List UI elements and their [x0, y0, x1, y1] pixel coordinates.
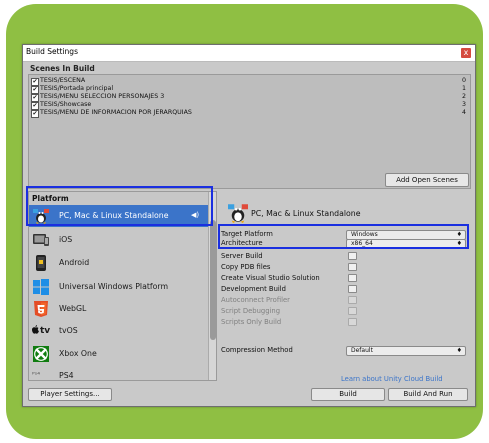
create-vs-solution-checkbox[interactable]: [348, 274, 357, 282]
platform-item-ps4[interactable]: ᴾˢ⁴ PS4: [29, 365, 208, 380]
close-icon[interactable]: x: [461, 48, 471, 58]
dropdown-value: Default: [351, 347, 373, 354]
platform-label: tvOS: [59, 326, 78, 335]
apple-logo-icon: [32, 325, 39, 334]
create-vs-solution-label: Create Visual Studio Solution: [221, 274, 320, 282]
development-build-label: Development Build: [221, 285, 286, 293]
script-debugging-checkbox: [348, 307, 357, 315]
scenes-list: ✔ TESIS/ESCENA 0 ✔ TESIS/Portada princip…: [28, 74, 471, 189]
copy-pdb-label: Copy PDB files: [221, 263, 271, 271]
platform-label: Xbox One: [59, 349, 97, 358]
scene-row[interactable]: ✔ TESIS/MENU SELECCION PERSONAJES 3 2: [31, 93, 468, 102]
build-button[interactable]: Build: [311, 388, 385, 401]
platform-label: PS4: [59, 371, 74, 380]
platform-item-tvos[interactable]: tv tvOS: [29, 320, 208, 342]
target-architecture-highlight-box: [218, 224, 469, 249]
scene-name: TESIS/Showcase: [40, 101, 92, 108]
add-open-scenes-button[interactable]: Add Open Scenes: [385, 173, 469, 187]
scene-index: 0: [461, 77, 466, 84]
pc-mac-linux-icon: [228, 204, 248, 223]
scripts-only-build-label: Scripts Only Build: [221, 318, 282, 326]
screenshot-frame: Build Settings x Scenes In Build ✔ TESIS…: [0, 0, 489, 443]
autoconnect-profiler-label: Autoconnect Profiler: [221, 296, 290, 304]
scene-row[interactable]: ✔ TESIS/ESCENA 0: [31, 77, 468, 86]
platform-label: iOS: [59, 235, 73, 244]
scripts-only-build-checkbox: [348, 318, 357, 326]
platform-highlight-box: [26, 186, 213, 226]
scene-index: 4: [461, 109, 466, 116]
android-icon: [36, 255, 46, 271]
build-settings-window: Build Settings x Scenes In Build ✔ TESIS…: [22, 44, 476, 407]
window-title: Build Settings: [26, 47, 78, 56]
windows-icon: [33, 279, 49, 295]
platform-item-ios[interactable]: iOS: [29, 229, 208, 251]
tv-prefix: tv: [40, 326, 51, 336]
server-build-checkbox[interactable]: [348, 252, 357, 260]
platform-item-android[interactable]: Android: [29, 252, 208, 274]
server-build-label: Server Build: [221, 252, 263, 260]
platform-label: Universal Windows Platform: [59, 282, 169, 291]
apple-tv-icon: tv: [32, 325, 50, 336]
scene-checkbox[interactable]: ✔: [31, 110, 39, 118]
html5-icon: [34, 301, 48, 317]
development-build-checkbox[interactable]: [348, 285, 357, 293]
compression-method-label: Compression Method: [221, 346, 293, 354]
copy-pdb-checkbox[interactable]: [348, 263, 357, 271]
script-debugging-label: Script Debugging: [221, 307, 281, 315]
player-settings-button[interactable]: Player Settings...: [28, 388, 112, 401]
platform-item-uwp[interactable]: Universal Windows Platform: [29, 276, 208, 298]
unity-cloud-build-link[interactable]: Learn about Unity Cloud Build: [341, 375, 443, 383]
scene-row[interactable]: ✔ TESIS/MENU DE INFORMACION POR JERARQUI…: [31, 109, 468, 118]
scenes-in-build-header: Scenes In Build: [30, 64, 95, 73]
scene-name: TESIS/MENU DE INFORMACION POR JERARQUIAS: [40, 109, 192, 116]
platform-label: Android: [59, 258, 90, 267]
scene-index: 2: [461, 93, 466, 100]
scrollbar-thumb[interactable]: [210, 220, 216, 340]
dropdown-arrow-icon: ♦: [456, 347, 462, 354]
ios-device-icon: [33, 234, 49, 246]
scene-name: TESIS/MENU SELECCION PERSONAJES 3: [40, 93, 165, 100]
scene-row[interactable]: ✔ TESIS/Portada principal 1: [31, 85, 468, 94]
compression-method-dropdown[interactable]: Default ♦: [346, 346, 466, 356]
title-bar: Build Settings x: [23, 45, 475, 62]
selected-platform-title: PC, Mac & Linux Standalone: [251, 209, 361, 218]
xbox-icon: [33, 346, 49, 362]
scene-name: TESIS/Portada principal: [40, 85, 114, 92]
autoconnect-profiler-checkbox: [348, 296, 357, 304]
scene-name: TESIS/ESCENA: [40, 77, 86, 84]
scene-index: 3: [461, 101, 466, 108]
platform-label: WebGL: [59, 304, 87, 313]
build-and-run-button[interactable]: Build And Run: [388, 388, 468, 401]
scene-index: 1: [461, 85, 466, 92]
scene-row[interactable]: ✔ TESIS/Showcase 3: [31, 101, 468, 110]
platform-item-webgl[interactable]: WebGL: [29, 298, 208, 320]
ps4-icon: ᴾˢ⁴: [32, 371, 41, 379]
platform-item-xbox-one[interactable]: Xbox One: [29, 343, 208, 365]
